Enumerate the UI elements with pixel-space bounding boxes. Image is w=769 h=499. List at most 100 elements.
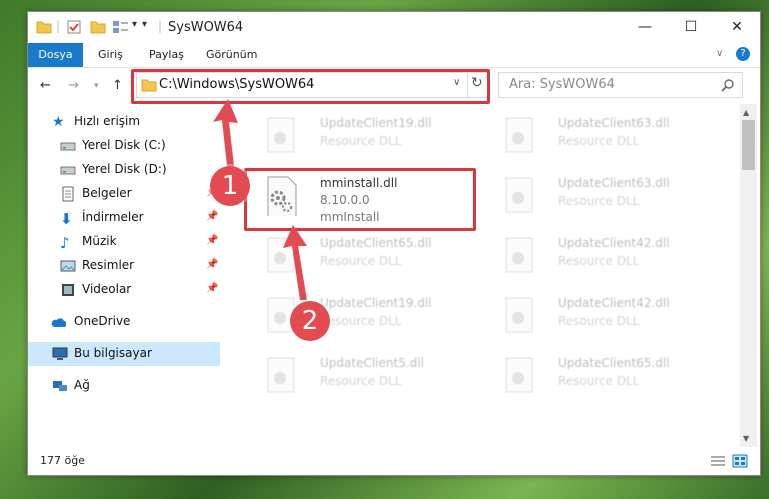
window-title: SysWOW64 xyxy=(168,20,244,35)
sidebar-item-disk-d[interactable]: Yerel Disk (D:) xyxy=(28,158,220,182)
tab-giris[interactable]: Giriş xyxy=(98,43,123,67)
new-folder-icon[interactable] xyxy=(90,19,106,35)
sidebar-item-label: Müzik xyxy=(82,234,117,248)
file-description: Resource DLL xyxy=(558,374,640,388)
sidebar-item-onedrive[interactable]: OneDrive xyxy=(28,310,220,334)
file-name: UpdateClient19.dll xyxy=(320,116,432,130)
file-description: Resource DLL xyxy=(558,194,640,208)
ribbon-tabs: Dosya Giriş Paylaş Görünüm ∨ ? xyxy=(28,43,760,68)
sidebar-item-this-pc[interactable]: Bu bilgisayar xyxy=(28,342,220,366)
sidebar-item-label: Videolar xyxy=(82,282,132,296)
dll-file-icon xyxy=(505,177,533,213)
scroll-up-icon[interactable]: ▲ xyxy=(743,108,749,117)
expand-ribbon-icon[interactable]: ∨ xyxy=(716,48,723,59)
tab-paylas[interactable]: Paylaş xyxy=(149,43,184,67)
file-description: Resource DLL xyxy=(320,374,402,388)
back-icon[interactable]: ← xyxy=(40,78,51,93)
sidebar-item-pictures[interactable]: Resimler 📌 xyxy=(28,254,220,278)
up-icon[interactable]: ↑ xyxy=(112,78,123,93)
address-highlight-box xyxy=(131,69,490,104)
list-item[interactable]: UpdateClient65.dll Resource DLL xyxy=(252,230,482,280)
dll-file-icon xyxy=(505,237,533,273)
sidebar-item-label: Ağ xyxy=(74,378,90,392)
search-icon[interactable] xyxy=(721,78,735,92)
list-item[interactable]: UpdateClient5.dll Resource DLL xyxy=(252,350,482,400)
file-name: UpdateClient42.dll xyxy=(558,236,670,250)
sidebar-item-label: Bu bilgisayar xyxy=(74,346,152,360)
callout-1: 1 xyxy=(210,166,250,206)
close-button[interactable]: ✕ xyxy=(714,12,760,43)
list-item[interactable]: UpdateClient42.dll Resource DLL xyxy=(490,290,720,340)
file-highlight-box xyxy=(244,168,476,231)
dll-file-icon xyxy=(505,357,533,393)
file-name: UpdateClient63.dll xyxy=(558,176,670,190)
large-icons-view-icon[interactable] xyxy=(732,454,748,468)
pin-icon[interactable]: 📌 xyxy=(206,235,218,246)
dll-file-icon xyxy=(505,297,533,333)
customize-icon[interactable] xyxy=(112,19,130,35)
dll-file-icon xyxy=(267,117,295,153)
file-description: Resource DLL xyxy=(320,134,402,148)
sidebar-item-label: Yerel Disk (D:) xyxy=(82,162,167,176)
list-item[interactable]: UpdateClient19.dll Resource DLL xyxy=(252,290,482,340)
separator: | xyxy=(56,19,61,33)
file-name: UpdateClient63.dll xyxy=(558,116,670,130)
pin-icon[interactable]: 📌 xyxy=(206,283,218,294)
pin-icon[interactable]: 📌 xyxy=(206,211,218,222)
file-description: Resource DLL xyxy=(320,314,402,328)
file-list: UpdateClient19.dll Resource DLL UpdateCl… xyxy=(228,104,740,447)
network-icon xyxy=(53,381,67,391)
sidebar-item-network[interactable]: Ağ xyxy=(28,374,220,398)
minimize-button[interactable]: — xyxy=(622,12,668,43)
drive-icon xyxy=(60,142,76,151)
file-description: Resource DLL xyxy=(558,254,640,268)
vertical-scrollbar[interactable]: ▲ ▼ xyxy=(740,104,757,447)
tab-dosya[interactable]: Dosya xyxy=(28,43,83,67)
sidebar-item-videos[interactable]: Videolar 📌 xyxy=(28,278,220,302)
item-count: 177 öğe xyxy=(40,454,85,467)
pin-icon[interactable]: 📌 xyxy=(206,259,218,270)
list-item[interactable]: UpdateClient42.dll Resource DLL xyxy=(490,230,720,280)
sidebar-item-disk-c[interactable]: Yerel Disk (C:) xyxy=(28,134,220,158)
maximize-button[interactable]: ☐ xyxy=(668,12,714,43)
sidebar-item-quick-access[interactable]: ★ Hızlı erişim xyxy=(28,110,220,134)
forward-icon[interactable]: → xyxy=(68,78,79,93)
file-name: UpdateClient42.dll xyxy=(558,296,670,310)
navigation-pane: ★ Hızlı erişim Yerel Disk (C:) Yerel Dis… xyxy=(28,104,220,447)
scroll-thumb[interactable] xyxy=(742,120,755,170)
pictures-icon xyxy=(60,260,76,272)
file-description: Resource DLL xyxy=(558,314,640,328)
recent-locations-icon[interactable]: ▾ xyxy=(94,81,99,91)
sidebar-item-documents[interactable]: Belgeler 📌 xyxy=(28,182,220,206)
file-name: UpdateClient65.dll xyxy=(558,356,670,370)
properties-icon[interactable] xyxy=(66,19,82,35)
sidebar-item-label: Hızlı erişim xyxy=(74,114,141,128)
video-icon xyxy=(62,284,74,296)
list-item[interactable]: UpdateClient63.dll Resource DLL xyxy=(490,110,720,160)
file-description: Resource DLL xyxy=(320,254,402,268)
star-icon: ★ xyxy=(52,114,65,130)
tab-gorunum[interactable]: Görünüm xyxy=(206,43,257,67)
list-item[interactable]: UpdateClient63.dll Resource DLL xyxy=(490,170,720,220)
computer-icon xyxy=(52,347,68,360)
sidebar-item-downloads[interactable]: ⬇ İndirmeler 📌 xyxy=(28,206,220,230)
dll-file-icon xyxy=(267,357,295,393)
list-item[interactable]: UpdateClient19.dll Resource DLL xyxy=(252,110,482,160)
dll-file-icon xyxy=(505,117,533,153)
search-placeholder[interactable]: Ara: SysWOW64 xyxy=(509,77,615,92)
chevron-down-icon[interactable]: ▾ xyxy=(132,19,137,35)
search-input[interactable]: Ara: SysWOW64 xyxy=(498,72,743,98)
cloud-icon xyxy=(51,318,66,327)
scroll-down-icon[interactable]: ▼ xyxy=(743,434,749,443)
sidebar-item-music[interactable]: ♪ Müzik 📌 xyxy=(28,230,220,254)
drive-icon xyxy=(60,166,76,175)
help-icon[interactable]: ? xyxy=(736,47,750,61)
details-view-icon[interactable] xyxy=(710,455,726,469)
list-item[interactable]: UpdateClient65.dll Resource DLL xyxy=(490,350,720,400)
title-bar: | ▾ ▾ | SysWOW64 — ☐ ✕ xyxy=(28,12,760,43)
sidebar-item-label: Yerel Disk (C:) xyxy=(82,138,166,152)
file-name: UpdateClient5.dll xyxy=(320,356,424,370)
sidebar-item-label: Belgeler xyxy=(82,186,132,200)
quick-access-dropdown-icon[interactable]: ▾ xyxy=(142,19,147,35)
callout-2: 2 xyxy=(290,301,330,341)
